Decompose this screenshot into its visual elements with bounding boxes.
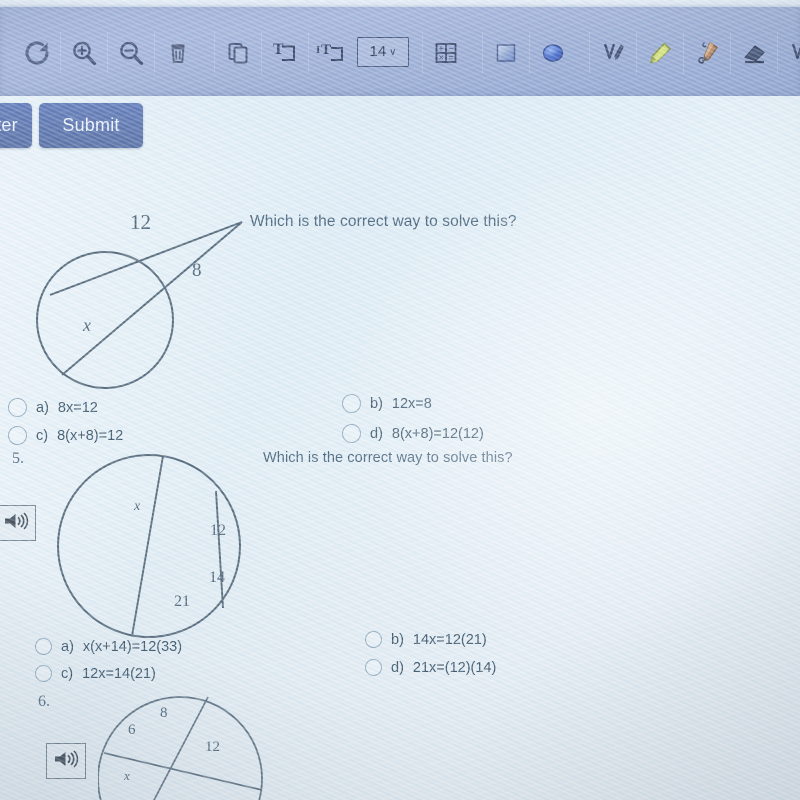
radio-button[interactable] — [35, 665, 52, 682]
question-5-label-seg4: 21 — [174, 593, 190, 610]
option-key: b) — [391, 631, 404, 648]
zoom-out-icon — [116, 38, 146, 68]
zoom-in-icon — [69, 38, 99, 68]
pencil-button[interactable] — [683, 26, 730, 80]
option-text: 8(x+8)=12 — [57, 427, 124, 444]
question-4-option-b[interactable]: b) 12x=8 — [342, 394, 432, 413]
question-5-number: 5. — [12, 450, 24, 467]
svg-text:=: = — [448, 52, 453, 62]
question-5-label-seg1: x — [134, 499, 141, 514]
pen-icon — [598, 38, 628, 68]
radio-button[interactable] — [342, 394, 361, 413]
copy-icon — [223, 38, 253, 68]
option-key: a) — [36, 399, 49, 416]
question-4-label-secant-internal: x — [83, 315, 91, 335]
screenshot-root: T I T 14 ∨ + − × = er Submit Which is th… — [0, 0, 800, 800]
zoom-out-button[interactable] — [107, 26, 154, 80]
option-key: c) — [36, 427, 49, 444]
question-6-label-seg2: 6 — [128, 722, 136, 738]
svg-text:×: × — [438, 52, 443, 62]
font-size-value: 14 — [369, 43, 387, 60]
font-size-select[interactable]: 14 ∨ — [357, 36, 409, 67]
question-5-prompt: Which is the correct way to solve this? — [263, 450, 513, 466]
later-button[interactable]: ater — [0, 103, 32, 148]
question-4-figure — [30, 200, 280, 395]
eraser-button[interactable] — [730, 26, 777, 80]
question-5-option-d[interactable]: d) 21x=(12)(14) — [365, 659, 496, 676]
text-size-icon: I T — [315, 38, 349, 68]
option-text: 14x=12(21) — [412, 631, 487, 648]
option-text: 21x=(12)(14) — [412, 659, 497, 676]
option-text: 8(x+8)=12(12) — [391, 425, 484, 442]
action-button-row: ater Submit — [0, 103, 143, 149]
calculator-button[interactable]: + − × = — [422, 26, 469, 80]
zoom-in-button[interactable] — [60, 26, 107, 80]
radio-button[interactable] — [365, 631, 382, 648]
question-5-audio-button[interactable] — [0, 505, 36, 541]
question-5-option-b[interactable]: b) 14x=12(21) — [365, 631, 487, 648]
worksheet-content: Which is the correct way to solve this? … — [0, 150, 800, 800]
submit-button[interactable]: Submit — [39, 103, 143, 148]
highlighter-button[interactable] — [636, 26, 683, 80]
question-4-prompt: Which is the correct way to solve this? — [250, 213, 517, 230]
option-key: a) — [61, 638, 74, 655]
radio-button[interactable] — [8, 398, 27, 417]
ellipse-shape-button[interactable] — [529, 26, 576, 80]
question-4-option-a[interactable]: a) 8x=12 — [8, 398, 98, 417]
question-5-figure — [53, 453, 258, 648]
question-6-audio-button[interactable] — [46, 743, 86, 779]
question-6-label-seg4: x — [124, 768, 130, 783]
question-4-label-secant-external: 8 — [192, 260, 202, 281]
question-5-label-seg2: 12 — [210, 522, 226, 539]
refresh-button[interactable] — [13, 26, 60, 80]
option-text: x(x+14)=12(33) — [82, 638, 183, 655]
delete-button[interactable] — [154, 26, 201, 80]
option-text: 12x=8 — [391, 395, 432, 412]
question-5-option-a[interactable]: a) x(x+14)=12(33) — [35, 638, 182, 655]
pen-partial-icon — [790, 38, 800, 68]
svg-text:I: I — [316, 44, 320, 56]
pen-button[interactable] — [589, 26, 636, 80]
rectangle-shape-button[interactable] — [482, 26, 529, 80]
svg-text:T: T — [273, 41, 284, 58]
question-6-number: 6. — [38, 693, 50, 710]
option-key: d) — [391, 659, 404, 676]
question-5-label-seg3: 14 — [209, 569, 225, 586]
text-size-button[interactable]: I T — [308, 26, 355, 80]
text-box-button[interactable]: T — [261, 26, 308, 80]
option-text: 12x=14(21) — [82, 665, 156, 682]
refresh-icon — [22, 38, 52, 68]
option-key: c) — [61, 665, 74, 682]
highlighter-icon — [644, 38, 676, 68]
radio-button[interactable] — [365, 659, 382, 676]
radio-button[interactable] — [35, 638, 52, 655]
pen-partial-button[interactable] — [777, 26, 800, 80]
eraser-icon — [739, 38, 769, 68]
rectangle-shape-icon — [491, 38, 521, 68]
question-5-option-c[interactable]: c) 12x=14(21) — [35, 665, 156, 682]
radio-button[interactable] — [342, 424, 361, 443]
option-key: d) — [370, 425, 383, 442]
question-6-label-seg1: 8 — [160, 705, 168, 721]
ellipse-shape-icon — [538, 38, 568, 68]
option-text: 8x=12 — [57, 399, 98, 416]
svg-text:T: T — [321, 42, 331, 58]
trash-icon — [163, 38, 193, 68]
speaker-icon — [3, 511, 29, 536]
pencil-icon — [691, 38, 723, 68]
question-6-label-seg3: 12 — [205, 739, 220, 755]
calculator-icon: + − × = — [431, 38, 461, 68]
question-4-label-tangent: 12 — [130, 210, 151, 234]
option-key: b) — [370, 395, 383, 412]
question-4-option-d[interactable]: d) 8(x+8)=12(12) — [342, 424, 484, 443]
chevron-down-icon: ∨ — [389, 46, 397, 58]
speaker-icon — [53, 749, 79, 774]
radio-button[interactable] — [8, 426, 27, 445]
window-top-strip — [0, 0, 800, 7]
toolbar: T I T 14 ∨ + − × = — [0, 7, 800, 96]
question-4-option-c[interactable]: c) 8(x+8)=12 — [8, 426, 123, 445]
copy-button[interactable] — [214, 26, 261, 80]
text-box-icon: T — [269, 38, 301, 68]
